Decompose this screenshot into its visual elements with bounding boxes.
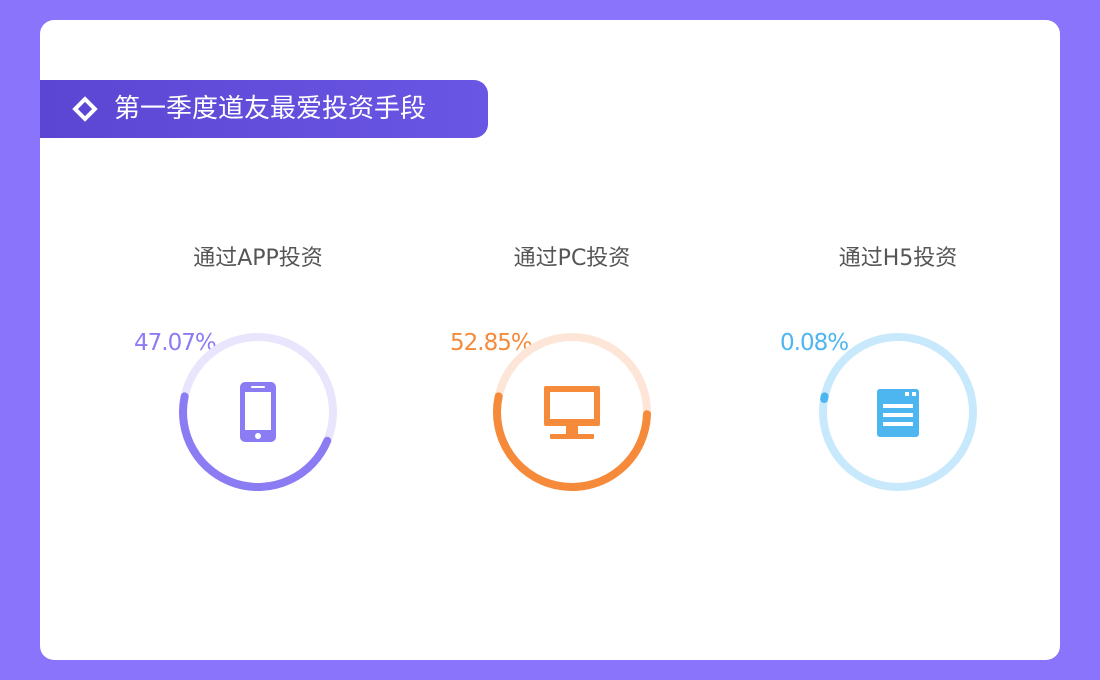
- progress-ring: [179, 333, 337, 491]
- progress-ring: [493, 333, 651, 491]
- ring-progress-arc: [820, 392, 829, 403]
- stat-label: 通过PC投资: [513, 246, 631, 271]
- stat-label: 通过APP投资: [193, 246, 323, 271]
- stat-h5: 通过H5投资 0.08%: [738, 240, 1058, 510]
- stat-pc: 通过PC投资 52.85%: [412, 240, 732, 510]
- progress-ring: [819, 333, 977, 491]
- diamond-icon: [72, 96, 98, 122]
- stat-label: 通过H5投资: [838, 246, 958, 271]
- section-header: 第一季度道友最爱投资手段: [40, 80, 488, 138]
- desktop-monitor-icon: [544, 386, 600, 439]
- section-title: 第一季度道友最爱投资手段: [114, 94, 427, 124]
- stat-app: 通过APP投资 47.07%: [98, 240, 418, 510]
- mobile-phone-icon: [240, 382, 276, 442]
- content-card: 第一季度道友最爱投资手段 通过APP投资 47.07% 通过PC投资 52.85…: [40, 20, 1060, 660]
- web-page-icon: [877, 389, 919, 437]
